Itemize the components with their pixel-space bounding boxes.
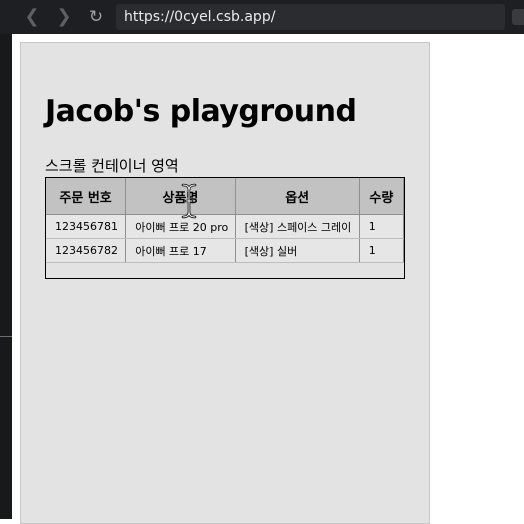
address-bar[interactable]: https://0cyel.csb.app/	[116, 4, 505, 30]
browser-toolbar: ❮ ❯ ↻ https://0cyel.csb.app/	[0, 0, 524, 34]
table-header-row: 주문 번호 상품명 옵션 수량	[46, 178, 404, 215]
cell-order-number: 123456781	[46, 214, 127, 239]
scroll-container[interactable]: Jacob's playground 스크롤 컨테이너 영역 주문 번호 상품명…	[20, 42, 430, 524]
text-cursor-icon	[181, 183, 197, 219]
cell-product-name: 아이뻐 프로 17	[125, 238, 236, 263]
extension-icon[interactable]	[512, 9, 524, 25]
cell-option: [색상] 실버	[235, 238, 360, 263]
table-scroll-area[interactable]: 주문 번호 상품명 옵션 수량 123456781 아이뻐 프로 20 pro …	[45, 177, 405, 279]
cell-quantity: 1	[359, 214, 404, 239]
url-text: https://0cyel.csb.app/	[124, 9, 276, 25]
header-option: 옵션	[235, 178, 360, 215]
table-row: 123456781 아이뻐 프로 20 pro [색상] 스페이스 그레이 1	[46, 214, 404, 239]
reload-icon[interactable]: ↻	[86, 7, 106, 27]
editor-panel-edge	[0, 34, 12, 519]
table-row: 123456782 아이뻐 프로 17 [색상] 실버 1	[46, 238, 404, 263]
forward-icon[interactable]: ❯	[54, 7, 74, 27]
order-table: 주문 번호 상품명 옵션 수량 123456781 아이뻐 프로 20 pro …	[46, 178, 404, 263]
cell-quantity: 1	[359, 238, 404, 263]
section-label: 스크롤 컨테이너 영역	[45, 157, 179, 175]
header-quantity: 수량	[359, 178, 404, 215]
editor-divider	[0, 336, 12, 337]
page-viewport: Jacob's playground 스크롤 컨테이너 영역 주문 번호 상품명…	[12, 34, 524, 524]
cell-order-number: 123456782	[46, 238, 127, 263]
back-icon[interactable]: ❮	[22, 7, 42, 27]
cell-option: [색상] 스페이스 그레이	[235, 214, 360, 239]
page-title: Jacob's playground	[45, 94, 357, 129]
header-order-number: 주문 번호	[46, 178, 127, 215]
